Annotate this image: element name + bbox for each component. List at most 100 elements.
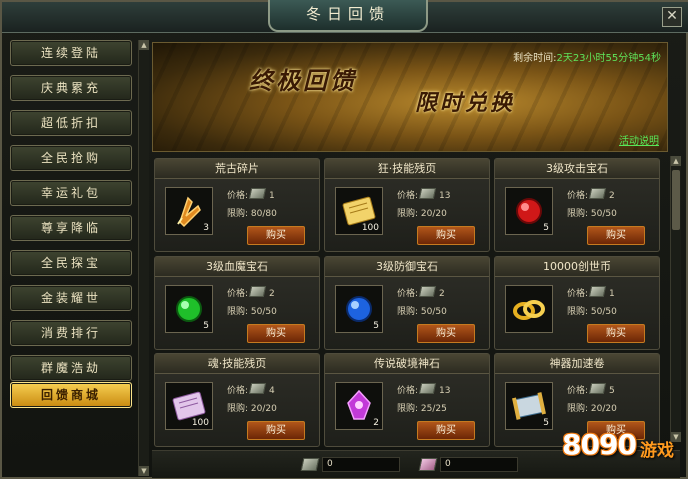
sidebar-item-vip[interactable]: 尊享降临: [10, 215, 132, 241]
shop-item-card: 荒古碎片 3 价格: 1 限购: 80/80 购买: [154, 158, 320, 252]
sidebar-item-login[interactable]: 连续登陆: [10, 40, 132, 66]
item-count: 3: [203, 223, 209, 233]
item-price: 价格: 2: [397, 286, 445, 299]
sidebar-item-discount[interactable]: 超低折扣: [10, 110, 132, 136]
price-label: 价格:: [397, 191, 419, 201]
item-slot[interactable]: 100: [165, 382, 213, 430]
silver-token-icon: [248, 383, 267, 394]
scroll-thumb[interactable]: [672, 170, 680, 230]
scroll-up-icon[interactable]: ▲: [671, 156, 681, 166]
sidebar-item-gold-gear[interactable]: 金装耀世: [10, 285, 132, 311]
sidebar-scrollbar[interactable]: ▲ ▼: [138, 40, 149, 476]
silver-token-icon: [248, 286, 267, 297]
sidebar-item-ranking[interactable]: 消费排行: [10, 320, 132, 346]
item-price: 价格: 2: [567, 188, 615, 201]
item-limit: 限购: 80/80: [227, 206, 277, 219]
item-count: 5: [543, 223, 549, 233]
limit-value: 80/80: [250, 209, 277, 219]
silver-token-icon: [588, 188, 607, 199]
item-limit: 限购: 25/25: [397, 401, 447, 414]
price-label: 价格:: [397, 386, 419, 396]
shop-item-card: 魂·技能残页 100 价格: 4 限购: 20/20 购买: [154, 353, 320, 447]
shop-item-card: 3级防御宝石 5 价格: 2 限购: 50/50 购买: [324, 256, 490, 350]
buy-button[interactable]: 购买: [247, 324, 305, 343]
rules-link[interactable]: 活动说明: [619, 132, 659, 147]
item-limit: 限购: 50/50: [567, 304, 617, 317]
item-limit: 限购: 20/20: [567, 401, 617, 414]
item-price: 价格: 5: [567, 383, 615, 396]
item-limit: 限购: 50/50: [397, 304, 447, 317]
shop-item-card: 狂·技能残页 100 价格: 13 限购: 20/20 购买: [324, 158, 490, 252]
item-count: 5: [543, 418, 549, 428]
item-slot[interactable]: [505, 285, 553, 333]
item-price: 价格: 1: [567, 286, 615, 299]
shop-item-card: 3级血魔宝石 5 价格: 2 限购: 50/50 购买: [154, 256, 320, 350]
scroll-down-icon[interactable]: ▼: [139, 466, 149, 476]
limit-label: 限购:: [227, 307, 249, 317]
item-limit: 限购: 20/20: [397, 206, 447, 219]
event-window: 冬日回馈 ✕ 连续登陆 庆典累充 超低折扣 全民抢购 幸运礼包 尊享降临 全民探…: [0, 0, 688, 479]
price-label: 价格:: [227, 191, 249, 201]
item-count: 100: [361, 223, 379, 233]
buy-button[interactable]: 购买: [247, 421, 305, 440]
silver-token-amount: 0: [322, 457, 400, 472]
close-button[interactable]: ✕: [662, 7, 682, 27]
buy-button[interactable]: 购买: [417, 324, 475, 343]
item-name: 神器加速卷: [495, 354, 659, 374]
item-slot[interactable]: 2: [335, 382, 383, 430]
buy-button[interactable]: 购买: [417, 421, 475, 440]
price-label: 价格:: [397, 289, 419, 299]
sidebar-item-demon-raid[interactable]: 群魔浩劫: [10, 355, 132, 381]
item-price: 价格: 1: [227, 188, 275, 201]
item-limit: 限购: 20/20: [227, 401, 277, 414]
limit-value: 50/50: [590, 209, 617, 219]
buy-button[interactable]: 购买: [417, 226, 475, 245]
price-value: 5: [609, 386, 615, 396]
banner-title-1: 终极回馈: [249, 66, 357, 95]
shop-scrollbar[interactable]: ▲ ▼: [670, 156, 681, 442]
item-limit: 限购: 50/50: [227, 304, 277, 317]
sidebar-item-lucky-pack[interactable]: 幸运礼包: [10, 180, 132, 206]
item-slot[interactable]: 5: [165, 285, 213, 333]
silver-token-icon: [300, 458, 320, 471]
silver-token-icon: [248, 188, 267, 199]
shop-item-card: 10000创世币 价格: 1 限购: 50/50 购买: [494, 256, 660, 350]
price-value: 2: [269, 289, 275, 299]
sidebar-item-flash-sale[interactable]: 全民抢购: [10, 145, 132, 171]
item-name: 10000创世币: [495, 257, 659, 277]
item-name: 狂·技能残页: [325, 159, 489, 179]
item-price: 价格: 4: [227, 383, 275, 396]
remaining-time-value: 2天23小时55分钟54秒: [556, 53, 661, 64]
item-price: 价格: 13: [397, 188, 451, 201]
item-slot[interactable]: 5: [335, 285, 383, 333]
pink-token-icon: [418, 458, 438, 471]
item-name: 3级血魔宝石: [155, 257, 319, 277]
window-title: 冬日回馈: [268, 0, 428, 32]
limit-label: 限购:: [397, 307, 419, 317]
limit-label: 限购:: [567, 209, 589, 219]
limit-value: 50/50: [250, 307, 277, 317]
sidebar-item-recharge[interactable]: 庆典累充: [10, 75, 132, 101]
price-value: 4: [269, 386, 275, 396]
sidebar: 连续登陆 庆典累充 超低折扣 全民抢购 幸运礼包 尊享降临 全民探宝 金装耀世 …: [6, 38, 134, 476]
shop-item-card: 3级攻击宝石 5 价格: 2 限购: 50/50 购买: [494, 158, 660, 252]
scroll-up-icon[interactable]: ▲: [139, 40, 149, 50]
buy-button[interactable]: 购买: [247, 226, 305, 245]
remaining-time-label: 剩余时间:: [513, 53, 557, 64]
limit-label: 限购:: [227, 404, 249, 414]
item-slot[interactable]: 3: [165, 187, 213, 235]
buy-button[interactable]: 购买: [587, 226, 645, 245]
sidebar-item-shop[interactable]: 回馈商城: [10, 382, 132, 408]
limit-label: 限购:: [397, 209, 419, 219]
item-slot[interactable]: 5: [505, 382, 553, 430]
sidebar-item-treasure-hunt[interactable]: 全民探宝: [10, 250, 132, 276]
buy-button[interactable]: 购买: [587, 324, 645, 343]
item-slot[interactable]: 5: [505, 187, 553, 235]
limit-value: 20/20: [590, 404, 617, 414]
watermark-text: 游戏: [640, 441, 674, 461]
item-name: 3级攻击宝石: [495, 159, 659, 179]
pink-token-amount: 0: [440, 457, 518, 472]
limit-value: 25/25: [420, 404, 447, 414]
item-slot[interactable]: 100: [335, 187, 383, 235]
price-label: 价格:: [567, 191, 589, 201]
